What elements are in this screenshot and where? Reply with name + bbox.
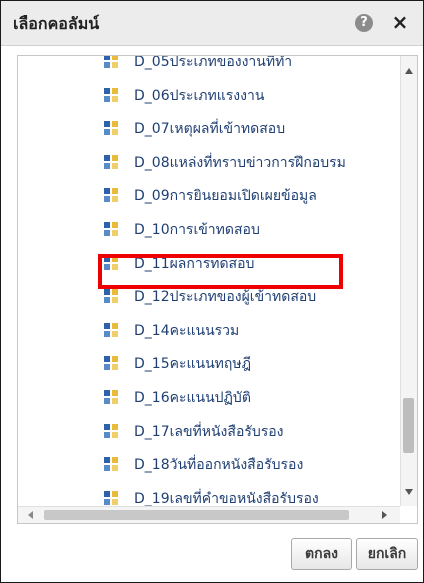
- scroll-left-arrow-icon[interactable]: [28, 511, 33, 519]
- column-icon: [104, 289, 119, 304]
- column-item-label: D_16คะแนนปฏิบัติ: [134, 390, 251, 406]
- column-icon: [104, 322, 119, 338]
- column-icon: [104, 121, 119, 136]
- column-icon: [104, 423, 119, 439]
- select-column-dialog: เลือกคอลัมน์ ? × D_05ประเภทของงานที่ทำ D_…: [0, 0, 424, 583]
- column-item-label: D_06ประเภทแรงงาน: [134, 87, 265, 104]
- column-icon: [104, 390, 119, 405]
- scroll-down-arrow-icon[interactable]: [405, 489, 413, 495]
- vertical-scroll-thumb[interactable]: [403, 398, 414, 453]
- scroll-up-arrow-icon[interactable]: [405, 68, 413, 74]
- column-icon: [104, 457, 119, 472]
- column-list-panel: D_05ประเภทของงานที่ทำ D_06ประเภทแรงงาน D_0…: [17, 55, 418, 524]
- ok-button[interactable]: ตกลง: [291, 538, 352, 570]
- vertical-scrollbar[interactable]: [400, 56, 417, 506]
- column-item-label: D_18วันที่ออกหนังสือรับรอง: [134, 457, 304, 474]
- column-item-label: D_08แหล่งที่ทราบข่าวการฝึกอบรม: [134, 154, 346, 171]
- dialog-titlebar: เลือกคอลัมน์ ? ×: [1, 1, 423, 46]
- column-item-label: D_05ประเภทของงานที่ทำ: [134, 56, 293, 70]
- close-icon[interactable]: ×: [389, 10, 411, 34]
- selection-highlight-box: [98, 254, 343, 289]
- column-item-label: D_19เลขที่คำขอหนังสือรับรอง: [134, 490, 319, 506]
- column-item-label: D_17เลขที่หนังสือรับรอง: [134, 423, 284, 440]
- column-icon: [104, 87, 119, 103]
- cancel-button[interactable]: ยกเลิก: [356, 538, 418, 570]
- horizontal-scrollbar[interactable]: [18, 506, 400, 523]
- column-item-label: D_14คะแนนรวม: [134, 322, 240, 339]
- scroll-right-arrow-icon[interactable]: [382, 511, 387, 519]
- column-icon: [104, 154, 119, 170]
- question-icon[interactable]: ?: [355, 14, 373, 32]
- column-icon: [104, 222, 119, 237]
- column-item-label: D_09การยินยอมเปิดเผยข้อมูล: [134, 188, 317, 205]
- column-icon: [104, 56, 119, 69]
- dialog-title: เลือกคอลัมน์: [13, 14, 100, 33]
- column-item-label: D_07เหตุผลที่เข้าทดสอบ: [134, 121, 286, 138]
- column-item-label: D_10การเข้าทดสอบ: [134, 222, 260, 238]
- column-icon: [104, 490, 119, 506]
- column-item-label: D_12ประเภทของผู้เข้าทดสอบ: [134, 289, 317, 306]
- column-item-label: D_15คะแนนทฤษฎี: [134, 356, 251, 373]
- column-icon: [104, 188, 119, 203]
- column-icon: [104, 356, 119, 371]
- horizontal-scroll-thumb[interactable]: [44, 510, 349, 520]
